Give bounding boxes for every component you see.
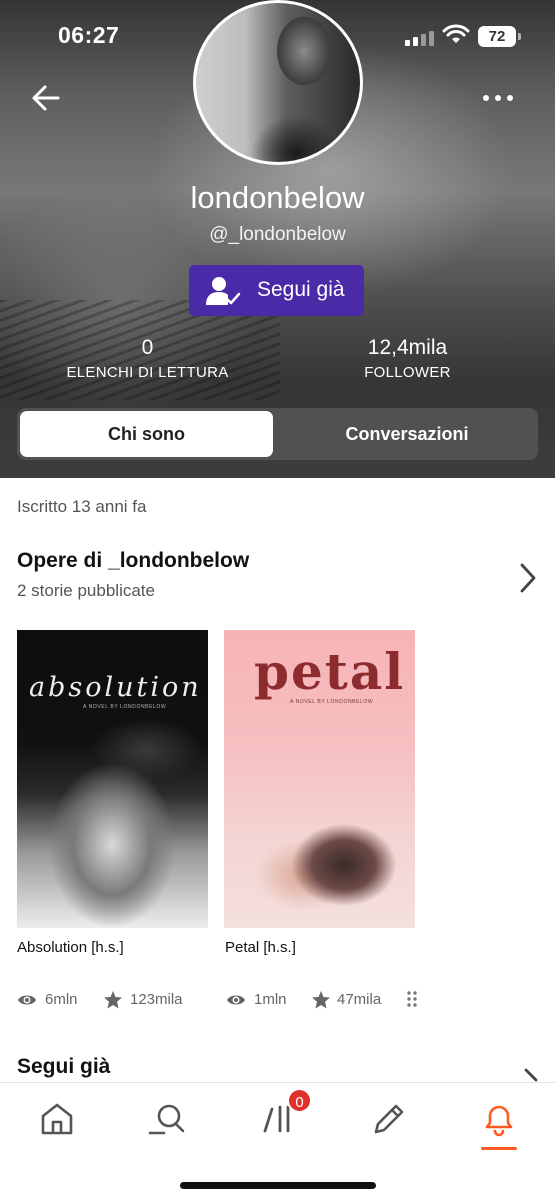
tab-conversations[interactable]: Conversazioni — [279, 411, 535, 457]
story-title-petal[interactable]: Petal [h.s.] — [225, 939, 296, 956]
drag-handle-icon[interactable] — [406, 990, 418, 1008]
back-arrow-icon[interactable] — [28, 80, 64, 116]
stat-reading-lists[interactable]: 0 ELENCHI DI LETTURA — [60, 336, 235, 381]
follow-button-label: Segui già — [257, 278, 345, 301]
search-icon[interactable] — [145, 1097, 189, 1141]
story-stats-petal: 1mln 47mila — [224, 989, 424, 1011]
works-section-subtitle: 2 storie pubblicate — [17, 581, 155, 600]
eye-icon — [18, 995, 36, 1005]
cover-title: petal — [254, 642, 406, 701]
stat-reading-lists-label: ELENCHI DI LETTURA — [66, 364, 229, 381]
person-check-icon — [206, 277, 241, 305]
joined-date: Iscritto 13 anni fa — [17, 497, 147, 516]
home-indicator — [180, 1182, 376, 1189]
cover-tagline: A NOVEL BY LONDONBELOW — [83, 704, 167, 710]
bottom-nav: 0 — [0, 1082, 555, 1200]
wifi-icon — [442, 24, 470, 43]
star-icon — [312, 991, 330, 1009]
profile-header: 06:27 72 londonbelow @_londonbelow Segui… — [0, 0, 555, 478]
cellular-signal-icon — [405, 30, 435, 46]
profile-handle: @_londonbelow — [209, 224, 346, 245]
following-section-title[interactable]: Segui già — [17, 1055, 110, 1079]
story-votes: 123mila — [130, 991, 183, 1008]
story-stats-absolution: 6mln 123mila — [17, 989, 217, 1011]
status-bar: 06:27 72 — [0, 0, 555, 70]
write-icon[interactable] — [367, 1097, 411, 1141]
active-tab-indicator — [481, 1147, 517, 1150]
stat-reading-lists-value: 0 — [141, 336, 154, 359]
story-votes: 47mila — [337, 991, 382, 1008]
story-reads: 6mln — [45, 991, 78, 1008]
chevron-right-icon[interactable] — [518, 1068, 544, 1082]
star-icon — [104, 991, 122, 1009]
story-reads: 1mln — [254, 991, 287, 1008]
story-title-absolution[interactable]: Absolution [h.s.] — [17, 939, 124, 956]
more-dots-icon[interactable] — [480, 84, 516, 112]
chevron-right-icon[interactable] — [514, 560, 540, 596]
profile-username: londonbelow — [190, 180, 365, 215]
follow-button[interactable]: Segui già — [189, 265, 364, 316]
cover-tagline: A NOVEL BY LONDONBELOW — [290, 699, 374, 705]
notifications-icon[interactable] — [477, 1097, 521, 1141]
story-cover-petal[interactable]: petal A NOVEL BY LONDONBELOW — [224, 630, 415, 928]
stat-followers-label: FOLLOWER — [364, 364, 451, 381]
status-time: 06:27 — [58, 22, 120, 48]
profile-content: Iscritto 13 anni fa Opere di _londonbelo… — [0, 478, 555, 1082]
battery-icon: 72 — [478, 26, 521, 47]
cover-title: absolution — [29, 672, 202, 703]
stat-followers-value: 12,4mila — [367, 336, 448, 359]
works-section-title[interactable]: Opere di _londonbelow — [17, 549, 249, 573]
story-cover-absolution[interactable]: absolution A NOVEL BY LONDONBELOW — [17, 630, 208, 928]
tab-about[interactable]: Chi sono — [20, 411, 273, 457]
profile-tabs: Chi sono Conversazioni — [17, 408, 538, 460]
library-badge: 0 — [287, 1088, 312, 1113]
home-icon[interactable] — [35, 1097, 79, 1141]
eye-icon — [227, 995, 245, 1005]
stat-followers[interactable]: 12,4mila FOLLOWER — [320, 336, 495, 381]
